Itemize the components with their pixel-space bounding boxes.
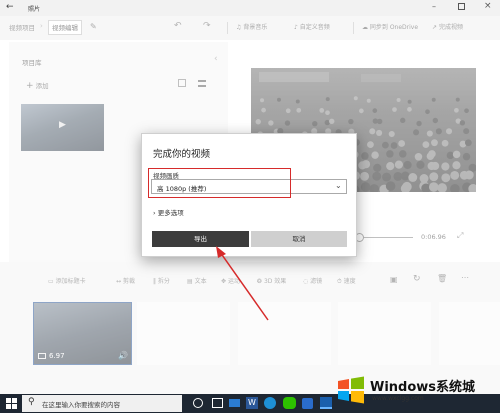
word-icon[interactable]: W [246,397,258,409]
site-watermark: Windows系统城 www.wxclgg.com [336,372,496,408]
task-view-icon[interactable] [212,398,223,408]
mail-icon[interactable] [229,399,240,407]
watermark-brand: Windows系统城 [370,380,476,395]
taskbar-search-placeholder: 在这里输入你要搜索的内容 [42,401,120,409]
app-icon[interactable] [302,398,313,409]
edge-icon[interactable] [264,397,276,409]
wechat-icon[interactable] [283,397,296,409]
annotation-arrow [216,246,269,321]
photos-app-icon[interactable] [320,397,332,409]
cortana-icon[interactable] [193,398,203,408]
watermark-url: www.wxclgg.com [372,395,424,402]
windows-logo-icon [338,376,364,404]
start-icon[interactable] [6,398,17,409]
search-icon: ⚲ [28,397,35,407]
taskbar-search-box[interactable]: ⚲ 在这里输入你要搜索的内容 [22,395,182,412]
